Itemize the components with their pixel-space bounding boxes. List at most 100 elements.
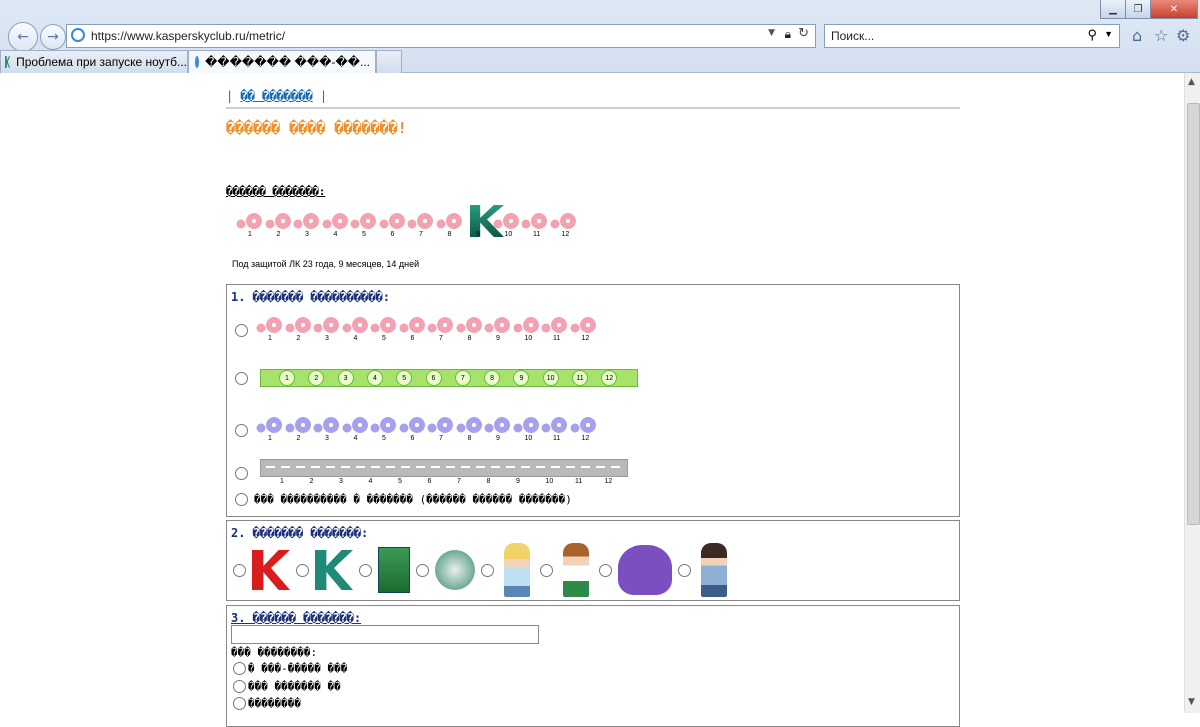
dash-mark xyxy=(446,466,455,468)
tick-label: 8 xyxy=(467,435,472,442)
search-icon[interactable]: ⚲ xyxy=(1087,27,1097,43)
green-circle-mark: 8 xyxy=(484,370,501,386)
radio-green-bar[interactable] xyxy=(235,371,248,385)
close-window-button[interactable]: ✕ xyxy=(1150,0,1198,19)
flower-mark xyxy=(494,317,510,333)
question-3-box: 3. ������ �������: ��� ��������: � ���-�… xyxy=(226,605,960,727)
search-input[interactable]: Поиск... xyxy=(831,29,874,43)
refresh-icon[interactable]: ↻ xyxy=(798,26,809,41)
top-nav-link[interactable]: �� ������� xyxy=(240,89,312,103)
flower-small-mark xyxy=(341,323,352,333)
option-purple-flowers[interactable]: 1 2 3 4 5 6 7 8 9 10 11 12 xyxy=(235,415,630,445)
q3-option-label: � ���-����� ��� xyxy=(248,662,348,675)
radio-purple-flowers[interactable] xyxy=(235,423,248,437)
tick-label: 11 xyxy=(533,231,541,238)
new-tab-button[interactable] xyxy=(376,50,402,73)
q3-option-1[interactable]: � ���-����� ��� xyxy=(233,662,347,675)
dash-mark xyxy=(326,466,335,468)
back-button[interactable]: ← xyxy=(8,22,38,52)
radio-q3-3[interactable] xyxy=(233,697,246,710)
option-green-bar[interactable]: 1 2 3 4 5 6 7 8 9 10 11 12 xyxy=(235,369,638,387)
restore-button[interactable]: ❐ xyxy=(1125,0,1151,19)
tick-label: 12 xyxy=(561,231,570,238)
radio-q3-2[interactable] xyxy=(233,680,246,693)
radio-avatar-5[interactable] xyxy=(481,563,494,577)
name-input[interactable] xyxy=(231,625,539,644)
tick-label: 3 xyxy=(339,478,343,485)
tick-label: 7 xyxy=(457,478,461,485)
ie-page-icon xyxy=(71,28,85,42)
tick-label: 3 xyxy=(305,231,309,238)
scroll-up-icon[interactable]: ▲ xyxy=(1188,77,1195,87)
vertical-scrollbar[interactable]: ▲ ▼ xyxy=(1184,73,1200,713)
address-url: https://www.kasperskyclub.ru/metric/ xyxy=(91,29,286,43)
dropdown-icon[interactable]: ▼ xyxy=(768,28,775,38)
question-3-title: 3. ������ �������: xyxy=(231,611,362,625)
forward-button[interactable]: → xyxy=(40,24,66,50)
flower-mark xyxy=(294,417,311,433)
purple-hippo-avatar xyxy=(618,545,672,595)
gray-dash-bar: 1 2 3 4 5 6 7 8 9 10 11 12 xyxy=(260,459,628,487)
tick-label: 2 xyxy=(296,435,301,442)
browser-chrome: ▁ ❐ ✕ ← → https://www.kasperskyclub.ru/m… xyxy=(0,0,1200,73)
green-circle-bar: 1 2 3 4 5 6 7 8 9 10 11 12 xyxy=(260,369,638,387)
option-pink-flowers[interactable]: 1 2 3 4 5 6 7 8 9 10 11 12 xyxy=(235,315,630,345)
radio-q3-1[interactable] xyxy=(233,662,246,675)
tick-label: 4 xyxy=(353,335,358,342)
radio-no-metric[interactable] xyxy=(235,493,248,506)
tab-metric[interactable]: ������� ���-��... ✕ xyxy=(188,50,376,73)
flower-small-mark xyxy=(341,423,352,433)
scroll-down-icon[interactable]: ▼ xyxy=(1188,697,1195,707)
radio-avatar-2[interactable] xyxy=(296,563,309,577)
radio-gray-bar[interactable] xyxy=(235,466,248,480)
minimize-button[interactable]: ▁ xyxy=(1100,0,1126,19)
tick-label: 9 xyxy=(496,435,500,442)
flower-small-mark xyxy=(569,323,580,333)
green-circle-mark: 3 xyxy=(337,370,354,386)
tick-label: 1 xyxy=(268,435,272,442)
radio-avatar-4[interactable] xyxy=(416,563,429,577)
dash-mark xyxy=(476,466,485,468)
arrow-left-icon: ← xyxy=(17,29,29,45)
tick-label: 9 xyxy=(476,231,480,238)
dash-mark xyxy=(566,466,575,468)
address-bar[interactable]: https://www.kasperskyclub.ru/metric/ ▼ 🔒… xyxy=(66,24,816,48)
dash-mark xyxy=(596,466,605,468)
radio-avatar-1[interactable] xyxy=(233,563,246,577)
radio-avatar-8[interactable] xyxy=(678,563,691,577)
option-no-metric[interactable]: ��� ���������� � ������� (������ ������ … xyxy=(235,493,572,506)
flower-mark xyxy=(274,213,291,229)
flower-small-mark xyxy=(541,423,551,433)
gear-icon[interactable]: ⚙ xyxy=(1176,26,1190,45)
favorites-star-icon[interactable]: ☆ xyxy=(1154,26,1168,45)
radio-avatar-3[interactable] xyxy=(359,563,372,577)
lock-icon[interactable]: 🔒︎ xyxy=(785,27,791,42)
flower-small-mark xyxy=(370,423,380,433)
tick-label: 11 xyxy=(553,435,561,442)
flower-small-mark xyxy=(256,423,266,433)
kaspersky-round-icon xyxy=(435,550,475,590)
q3-option-2[interactable]: ��� ������� �� xyxy=(233,680,341,693)
flower-small-mark xyxy=(512,423,523,433)
flower-mark xyxy=(531,213,547,229)
flower-small-mark xyxy=(512,323,523,333)
radio-avatar-7[interactable] xyxy=(599,563,612,577)
flower-small-mark xyxy=(407,219,417,229)
home-icon[interactable]: ⌂ xyxy=(1132,26,1142,45)
flower-mark xyxy=(502,213,519,229)
flower-small-mark xyxy=(492,219,503,229)
kaspersky-red-k-icon xyxy=(252,550,290,590)
search-dropdown-icon[interactable]: ▼ xyxy=(1104,29,1113,39)
radio-avatar-6[interactable] xyxy=(540,563,553,577)
search-box[interactable]: Поиск... ⚲ ▼ xyxy=(824,24,1120,48)
dash-mark xyxy=(416,466,425,468)
option-gray-bar[interactable]: 1 2 3 4 5 6 7 8 9 10 11 12 xyxy=(235,459,628,487)
flower-mark xyxy=(465,417,482,433)
radio-pink-flowers[interactable] xyxy=(235,323,248,337)
scroll-thumb[interactable] xyxy=(1187,103,1200,525)
top-nav: | �� ������� | xyxy=(226,89,328,103)
green-circle-mark: 5 xyxy=(396,370,413,386)
q3-option-3[interactable]: �������� xyxy=(233,697,301,710)
tab-problem[interactable]: Проблема при запуске ноутб... xyxy=(0,50,188,73)
flower-small-mark xyxy=(484,323,494,333)
